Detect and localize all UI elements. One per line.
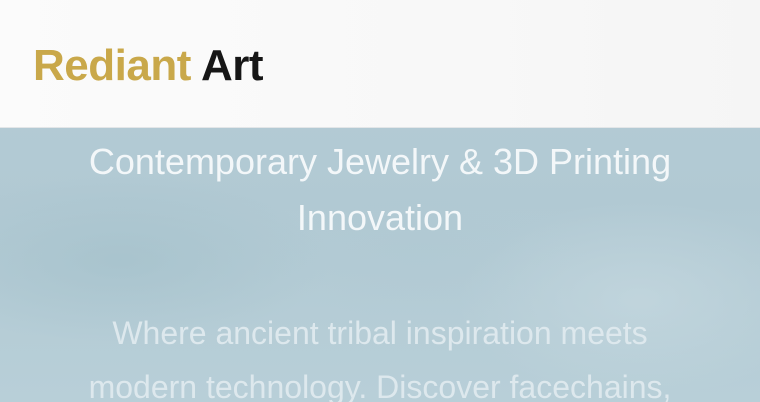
brand-main-text: Art: [200, 41, 264, 90]
navbar: Rediant Art: [0, 0, 760, 128]
hero-tagline-line-1: Where ancient tribal inspiration meets: [112, 315, 648, 351]
hero-tagline: Where ancient tribal inspiration meets m…: [20, 306, 740, 402]
brand-accent-text: Rediant: [33, 41, 191, 90]
hero-headline: Contemporary Jewelry & 3D Printing Innov…: [0, 134, 760, 246]
hero-headline-line-2: Innovation: [296, 197, 464, 238]
brand-logo[interactable]: Rediant Art: [33, 38, 264, 94]
hero-headline-line-1: Contemporary Jewelry & 3D Printing: [88, 141, 672, 182]
hero-tagline-line-2: modern technology. Discover facechains,: [88, 369, 672, 402]
